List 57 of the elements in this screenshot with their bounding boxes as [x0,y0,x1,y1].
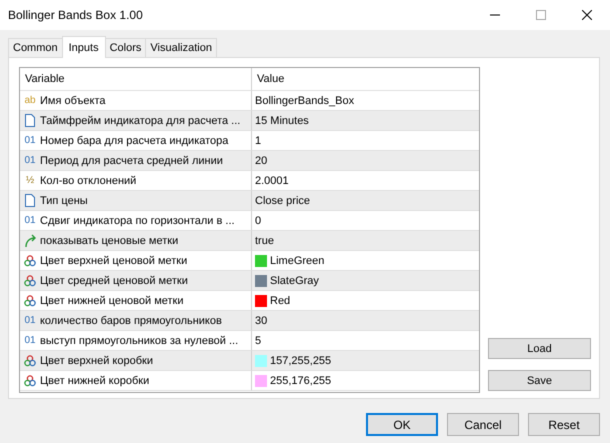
tab[interactable]: Visualization [145,38,217,57]
dialog-button[interactable]: Cancel [447,413,519,436]
value-text: 157,255,255 [270,354,332,366]
type-icon: 01 [23,335,37,346]
palette-icon [23,374,37,387]
variable-name: Номер бара для расчета индикатора [40,134,228,146]
value-text: SlateGray [270,274,319,286]
variable-name: Цвет верхней ценовой метки [40,254,188,266]
window-title: Bollinger Bands Box 1.00 [8,8,144,22]
value-text: 30 [255,314,268,326]
side-button[interactable]: Load [488,338,591,359]
maximize-icon [536,10,546,20]
value-text: Red [270,294,290,306]
type-icon: 01 [23,155,37,166]
arrow-icon [23,234,37,248]
variable-name: Кол-во отклонений [40,174,136,186]
column-header: Variable [20,68,252,91]
value-text: 15 Minutes [255,114,309,126]
document-icon [23,193,37,208]
type-icon: 01 [23,215,37,226]
value-text: Close price [255,194,310,206]
value-text: 20 [255,154,268,166]
palette-icon [23,254,37,267]
type-icon: ½ [23,175,37,186]
value-text: LimeGreen [270,254,324,266]
variable-name: Сдвиг индикатора по горизонтали в ... [40,214,235,226]
type-icon: 01 [23,315,37,326]
side-button[interactable]: Save [488,370,591,391]
tab[interactable]: Common [8,38,63,57]
value-text: BollingerBands_Box [255,94,354,106]
palette-icon [23,354,37,367]
value-text: 1 [255,134,262,146]
tab[interactable]: Inputs [62,36,106,58]
variable-name: количество баров прямоугольников [40,314,222,326]
dialog-button[interactable]: Reset [528,413,600,436]
variable-name: Таймфрейм индикатора для расчета ... [40,114,240,126]
variable-name: выступ прямоугольников за нулевой ... [40,334,238,346]
variable-name: показывать ценовые метки [40,234,178,246]
variable-name: Цвет верхней коробки [40,354,153,366]
variable-name: Имя объекта [40,94,106,106]
palette-icon [23,294,37,307]
variable-name: Цвет нижней коробки [40,374,150,386]
close-icon [582,10,592,20]
variable-name: Период для расчета средней линии [40,154,223,166]
value-text: 255,176,255 [270,374,332,386]
value-text: true [255,234,274,246]
value-text: 2.0001 [255,174,289,186]
type-icon: 01 [23,135,37,146]
variable-name: Тип цены [40,194,88,206]
dialog-button[interactable]: OK [366,413,438,436]
value-text: 5 [255,334,262,346]
document-icon [23,113,37,128]
variable-name: Цвет нижней ценовой метки [40,294,184,306]
palette-icon [23,274,37,287]
variable-name: Цвет средней ценовой метки [40,274,188,286]
value-text: 0 [255,214,262,226]
type-icon: ab [23,95,37,106]
